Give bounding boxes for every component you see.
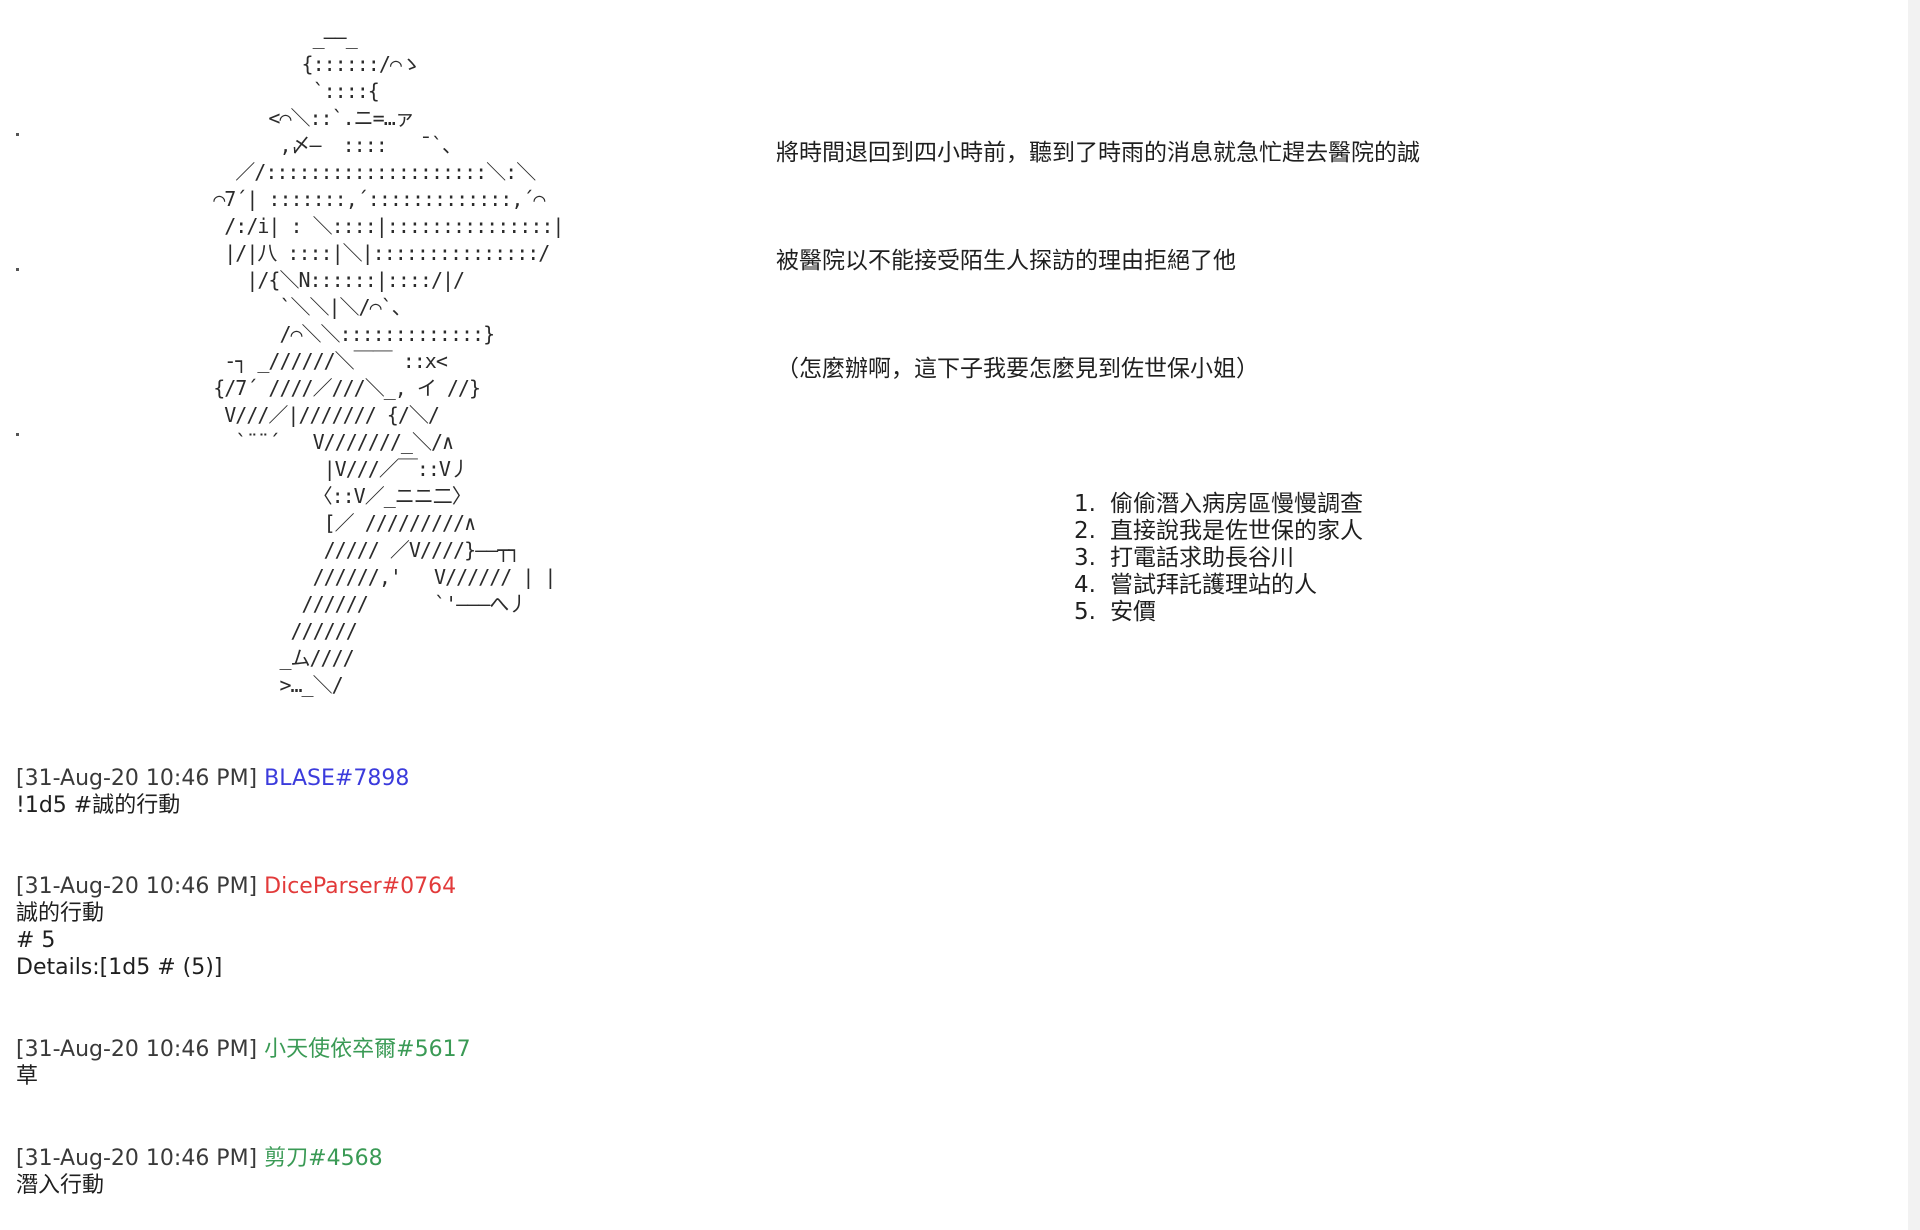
message-timestamp: [31-Aug-20 10:46 PM] xyxy=(16,1146,258,1171)
message-text: 草 xyxy=(16,1064,39,1089)
choice-number: 3. xyxy=(1074,545,1096,571)
message-header: [31-Aug-20 10:46 PM] 剪刀#4568 xyxy=(16,1145,383,1172)
message-timestamp: [31-Aug-20 10:46 PM] xyxy=(16,874,258,899)
choice-text: 安價 xyxy=(1110,599,1156,625)
message-timestamp: [31-Aug-20 10:46 PM] xyxy=(16,1037,258,1062)
message-text: 潛入行動 xyxy=(16,1173,105,1198)
message-text: # 5 xyxy=(16,928,56,953)
message-username[interactable]: 剪刀#4568 xyxy=(264,1146,382,1171)
message-text: Details:[1d5 # (5)] xyxy=(16,955,223,980)
choice-text: 打電話求助長谷川 xyxy=(1110,545,1294,571)
choice-item: 3. 打電話求助長谷川 xyxy=(1074,545,1363,572)
choice-item: 1. 偷偷潛入病房區慢慢調查 xyxy=(1074,491,1363,518)
ascii-art-figure: _——_ {::::::/⌒ゝ `::::{ <⌒＼::`.ニ=…ァ ,〆— :… xyxy=(213,25,564,697)
narration-line: （怎麼辦啊，這下子我要怎麼見到佐世保小姐） xyxy=(776,356,1259,382)
message-header: [31-Aug-20 10:46 PM] BLASE#7898 xyxy=(16,765,409,792)
narration-line: 將時間退回到四小時前，聽到了時雨的消息就急忙趕去醫院的誠 xyxy=(776,140,1420,166)
chat-message: [31-Aug-20 10:46 PM] 剪刀#4568 潛入行動 xyxy=(16,1145,383,1199)
choice-number: 4. xyxy=(1074,572,1096,598)
chat-message: [31-Aug-20 10:46 PM] BLASE#7898 !1d5 #誠的… xyxy=(16,765,409,819)
choice-item: 5. 安價 xyxy=(1074,599,1363,626)
page-edge-strip xyxy=(1908,0,1920,1230)
message-text: 誠的行動 xyxy=(16,901,105,926)
choice-item: 4. 嘗試拜託護理站的人 xyxy=(1074,572,1363,599)
message-username[interactable]: BLASE#7898 xyxy=(264,766,409,791)
choice-text: 偷偷潛入病房區慢慢調查 xyxy=(1110,491,1363,517)
choice-number: 1. xyxy=(1074,491,1096,517)
margin-dot xyxy=(16,133,19,136)
choice-number: 2. xyxy=(1074,518,1096,544)
choice-number: 5. xyxy=(1074,599,1096,625)
margin-dot xyxy=(16,268,19,271)
document-page: _——_ {::::::/⌒ゝ `::::{ <⌒＼::`.ニ=…ァ ,〆— :… xyxy=(8,0,1908,1230)
chat-message: [31-Aug-20 10:46 PM] 小天使依卒爾#5617 草 xyxy=(16,1036,471,1090)
message-header: [31-Aug-20 10:46 PM] 小天使依卒爾#5617 xyxy=(16,1036,471,1063)
choice-list: 1. 偷偷潛入病房區慢慢調查 2. 直接說我是佐世保的家人 3. 打電話求助長谷川 4… xyxy=(1074,491,1363,626)
message-username[interactable]: 小天使依卒爾#5617 xyxy=(264,1037,470,1062)
message-header: [31-Aug-20 10:46 PM] DiceParser#0764 xyxy=(16,873,456,900)
choice-text: 直接說我是佐世保的家人 xyxy=(1110,518,1363,544)
choice-text: 嘗試拜託護理站的人 xyxy=(1110,572,1317,598)
choice-item: 2. 直接說我是佐世保的家人 xyxy=(1074,518,1363,545)
message-username[interactable]: DiceParser#0764 xyxy=(264,874,456,899)
message-timestamp: [31-Aug-20 10:46 PM] xyxy=(16,766,258,791)
narration-line: 被醫院以不能接受陌生人探訪的理由拒絕了他 xyxy=(776,248,1236,274)
message-text: !1d5 #誠的行動 xyxy=(16,793,181,818)
chat-message: [31-Aug-20 10:46 PM] DiceParser#0764 誠的行… xyxy=(16,873,456,981)
margin-dot xyxy=(16,433,19,436)
